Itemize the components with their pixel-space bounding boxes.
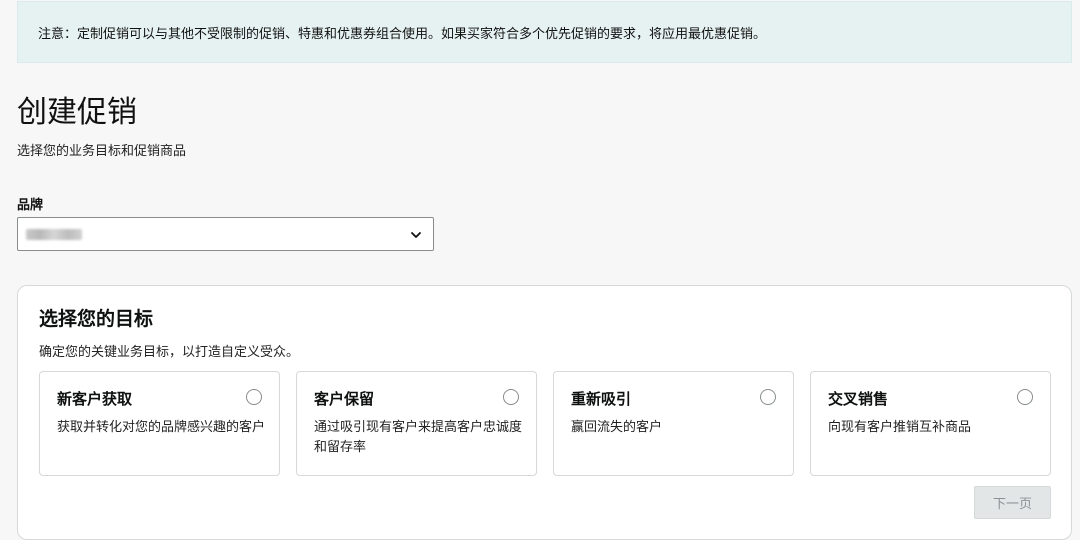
brand-label: 品牌 (17, 198, 44, 213)
goal-option-retention[interactable]: 客户保留 通过吸引现有客户来提高客户忠诚度和留存率 (296, 371, 537, 476)
option-title: 新客户获取 (57, 390, 133, 408)
option-description: 获取并转化对您的品牌感兴趣的客户 (57, 420, 266, 435)
goal-title: 选择您的目标 (39, 308, 154, 330)
brand-select[interactable] (17, 217, 434, 251)
page-subtitle: 选择您的业务目标和促销商品 (17, 144, 187, 159)
option-description: 通过吸引现有客户来提高客户忠诚度和留存率 (314, 420, 523, 455)
notice-banner: 注意：定制促销可以与其他不受限制的促销、特惠和优惠券组合使用。如果买家符合多个优… (17, 1, 1072, 63)
next-page-button[interactable]: 下一页 (974, 486, 1051, 519)
goal-subtitle: 确定您的关键业务目标，以打造自定义受众。 (39, 345, 300, 360)
option-title: 重新吸引 (571, 390, 632, 408)
radio-button[interactable] (503, 389, 519, 405)
radio-button[interactable] (246, 389, 262, 405)
radio-button[interactable] (1017, 389, 1033, 405)
page-title: 创建促销 (17, 95, 137, 130)
goal-option-cross-sell[interactable]: 交叉销售 向现有客户推销互补商品 (810, 371, 1051, 476)
chevron-down-icon (409, 227, 423, 241)
radio-button[interactable] (760, 389, 776, 405)
option-description: 向现有客户推销互补商品 (828, 420, 972, 435)
brand-selected-value-redacted (26, 229, 82, 240)
goal-card: 选择您的目标 确定您的关键业务目标，以打造自定义受众。 新客户获取 获取并转化对… (17, 285, 1072, 540)
goal-option-new-customer[interactable]: 新客户获取 获取并转化对您的品牌感兴趣的客户 (39, 371, 280, 476)
option-title: 交叉销售 (828, 390, 889, 408)
option-description: 赢回流失的客户 (571, 420, 663, 435)
goal-option-re-engage[interactable]: 重新吸引 赢回流失的客户 (553, 371, 794, 476)
option-title: 客户保留 (314, 390, 375, 408)
notice-text: 注意：定制促销可以与其他不受限制的促销、特惠和优惠券组合使用。如果买家符合多个优… (38, 26, 767, 42)
